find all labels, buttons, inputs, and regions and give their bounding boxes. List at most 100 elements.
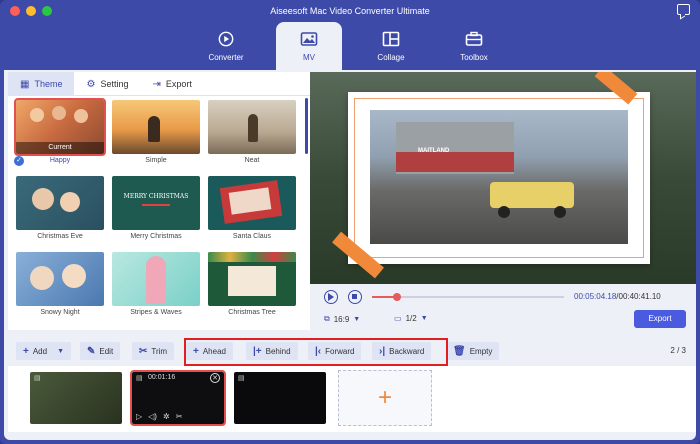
plus-icon: +: [377, 384, 392, 411]
export-icon: ⇥: [152, 78, 161, 90]
theme-thumbnail: [16, 176, 104, 230]
tab-collage[interactable]: Collage: [358, 22, 424, 70]
selected-check-icon: ✓: [14, 156, 24, 166]
trim-button[interactable]: ✂ Trim: [132, 342, 175, 360]
edit-button[interactable]: ✎ Edit: [80, 342, 121, 360]
progress-knob[interactable]: [392, 293, 401, 301]
tab-setting[interactable]: ⚙ Setting: [74, 72, 140, 96]
tab-mv[interactable]: MV: [276, 22, 342, 70]
panel-tabs: ▦ Theme ⚙ Setting ⇥ Export: [8, 72, 310, 96]
theme-thumbnail: [16, 252, 104, 306]
window-controls: [10, 6, 52, 16]
add-clip-button[interactable]: +: [338, 370, 432, 426]
play-icon[interactable]: ▷: [136, 412, 142, 421]
theme-christmas-eve[interactable]: Christmas Eve: [16, 176, 104, 246]
theme-santa-claus[interactable]: Santa Claus: [208, 176, 296, 246]
tab-collage-label: Collage: [377, 52, 405, 62]
scissors-icon[interactable]: ✂: [176, 412, 183, 421]
tab-toolbox-label: Toolbox: [460, 52, 488, 62]
monitor-icon: ▭: [394, 314, 402, 323]
video-preview: MAITLAND: [310, 72, 696, 284]
add-label: Add: [32, 346, 48, 356]
empty-button[interactable]: 🗑 Empty: [446, 342, 500, 360]
theme-scrollbar[interactable]: [305, 98, 308, 154]
current-badge: Current: [16, 142, 104, 154]
theme-neat[interactable]: Neat: [208, 100, 296, 170]
zoom-window-button[interactable]: [42, 6, 52, 16]
minimize-window-button[interactable]: [26, 6, 36, 16]
film-icon: ▤: [136, 375, 143, 382]
theme-merry-christmas[interactable]: MERRY CHRISTMAS Merry Christmas: [112, 176, 200, 246]
theme-thumbnail: MERRY CHRISTMAS: [112, 176, 200, 230]
progress-bar[interactable]: [372, 293, 564, 301]
screen-selector[interactable]: ▭ 1/2 ▼: [394, 314, 428, 323]
timeline-clip-selected[interactable]: ▤ 00:01:16 ✕ ▷ ◁) ✲ ✂: [130, 370, 226, 426]
clip-duration: 00:01:16: [148, 374, 176, 381]
tab-theme-label: Theme: [34, 79, 63, 89]
play-button[interactable]: [324, 290, 338, 304]
chevron-down-icon: ▼: [420, 315, 428, 322]
tab-export[interactable]: ⇥ Export: [140, 72, 203, 96]
screen-value: 1/2: [405, 314, 417, 323]
timeline-clip[interactable]: ▤: [30, 372, 122, 424]
volume-icon[interactable]: ◁): [148, 412, 157, 421]
theme-label: Simple: [145, 157, 167, 164]
theme-stripes-waves[interactable]: Stripes & Waves: [112, 252, 200, 322]
total-time: /00:40:41.10: [616, 292, 661, 301]
scissors-icon: ✂: [139, 345, 148, 357]
aspect-value: 16:9: [333, 314, 350, 324]
tab-setting-label: Setting: [100, 79, 129, 89]
top-navigation: Converter MV Collage Toolbox: [0, 22, 700, 70]
film-icon: ▤: [238, 375, 245, 382]
theme-thumbnail: [208, 176, 296, 230]
timeline-clip[interactable]: ▤: [234, 372, 326, 424]
current-time: 00:05:04.18: [574, 292, 617, 301]
converter-icon: [218, 31, 234, 46]
theme-icon: ▦: [20, 78, 30, 90]
tab-converter[interactable]: Converter: [193, 22, 259, 70]
aspect-ratio-icon: ⧉: [324, 314, 330, 323]
theme-happy[interactable]: Current ✓ Happy: [14, 98, 106, 170]
theme-thumbnail: [112, 100, 200, 154]
preview-photo: MAITLAND: [370, 110, 628, 244]
chevron-down-icon: ▼: [57, 347, 65, 355]
player-controls: 00:05:04.18/00:40:41.10 ⧉ 16:9 ▼ ▭ 1/2 ▼…: [310, 284, 696, 332]
plus-icon: +: [23, 345, 29, 357]
remove-clip-icon[interactable]: ✕: [210, 373, 220, 383]
theme-thumbnail: [208, 252, 296, 306]
tab-export-label: Export: [165, 79, 192, 89]
stop-button[interactable]: [348, 290, 362, 304]
store-sign-text: MAITLAND: [418, 148, 450, 154]
trim-label: Trim: [151, 346, 168, 356]
film-icon: ▤: [34, 375, 41, 382]
toolbox-icon: [465, 31, 483, 46]
theme-label: Neat: [244, 157, 260, 164]
theme-thumbnail: Current: [14, 98, 106, 156]
theme-simple[interactable]: Simple: [112, 100, 200, 170]
empty-label: Empty: [469, 346, 493, 356]
theme-label: Christmas Eve: [37, 233, 83, 240]
add-button[interactable]: + Add ▼: [16, 342, 72, 360]
chevron-down-icon: ▼: [353, 315, 361, 323]
frame-card: MAITLAND: [348, 92, 650, 264]
theme-label: Stripes & Waves: [130, 309, 182, 316]
export-button[interactable]: Export: [634, 310, 686, 328]
time-display: 00:05:04.18/00:40:41.10: [574, 292, 661, 301]
close-window-button[interactable]: [10, 6, 20, 16]
gear-icon: ⚙: [86, 78, 96, 90]
edit-label: Edit: [99, 346, 114, 356]
feedback-icon[interactable]: [677, 4, 690, 15]
effect-icon[interactable]: ✲: [163, 412, 170, 421]
timeline-toolbar: + Add ▼ ✎ Edit ✂ Trim + Ahead |+ Behind …: [8, 338, 696, 366]
collage-icon: [382, 31, 400, 46]
trash-icon: 🗑: [453, 345, 466, 357]
aspect-selector[interactable]: ⧉ 16:9 ▼: [324, 314, 360, 324]
theme-christmas-tree[interactable]: Christmas Tree: [208, 252, 296, 322]
theme-snowy-night[interactable]: Snowy Night: [16, 252, 104, 322]
theme-label: Christmas Tree: [228, 309, 276, 316]
theme-label: Merry Christmas: [130, 233, 182, 240]
clip-timeline: ▤ ▤ 00:01:16 ✕ ▷ ◁) ✲ ✂ ▤ +: [8, 366, 696, 432]
tab-theme[interactable]: ▦ Theme: [8, 72, 75, 96]
highlight-box: [184, 338, 448, 366]
tab-toolbox[interactable]: Toolbox: [441, 22, 507, 70]
